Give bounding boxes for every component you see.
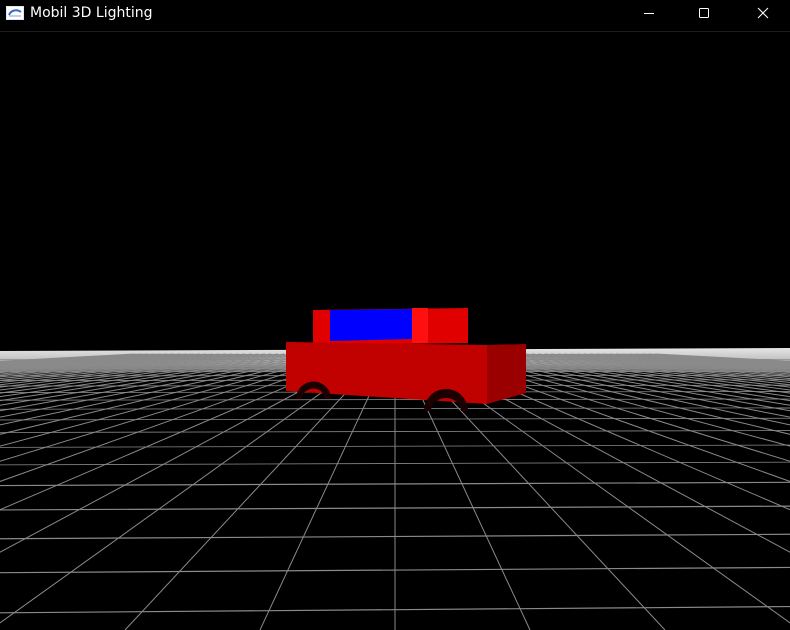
maximize-button[interactable] [679, 0, 729, 26]
maximize-icon [699, 8, 709, 18]
window-title: Mobil 3D Lighting [30, 5, 153, 21]
title-bar[interactable]: Mobil 3D Lighting [0, 0, 790, 32]
minimize-icon [644, 13, 654, 14]
app-window: Mobil 3D Lighting [0, 0, 790, 630]
app-icon [6, 6, 24, 20]
car-cabin-side [412, 308, 428, 343]
close-icon [757, 7, 769, 19]
close-button[interactable] [738, 0, 788, 26]
car-window [330, 309, 412, 341]
3d-viewport[interactable] [0, 32, 790, 630]
minimize-button[interactable] [624, 0, 674, 26]
